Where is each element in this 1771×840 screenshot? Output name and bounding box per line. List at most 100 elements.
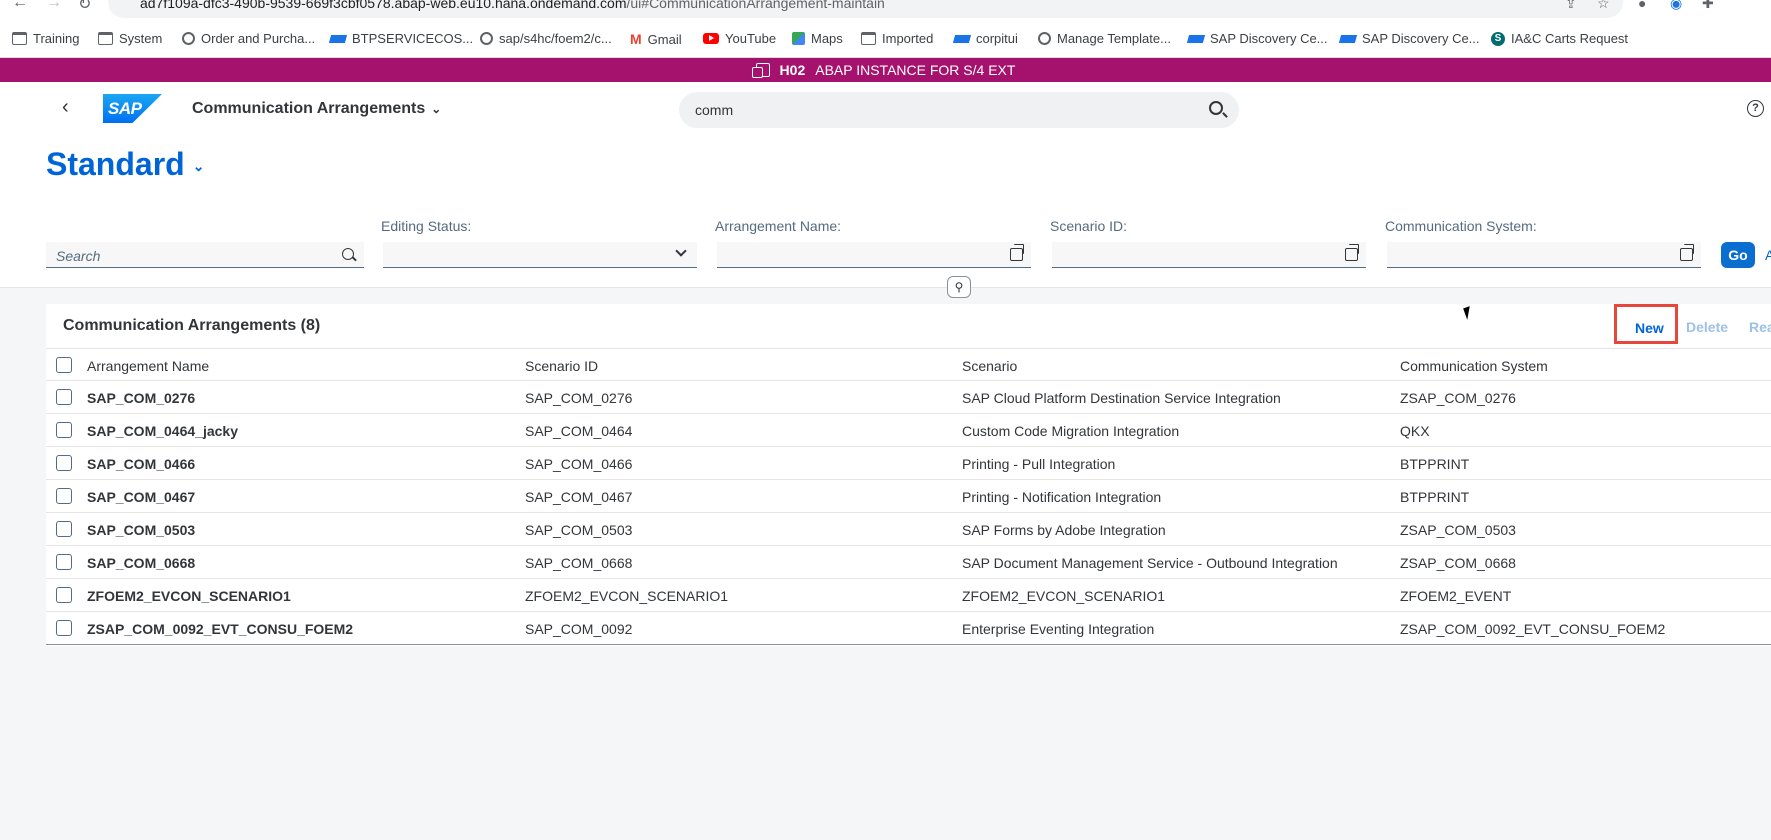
browser-reload-icon[interactable]: ↻ xyxy=(78,0,91,14)
bookmark-system[interactable]: System xyxy=(98,31,162,46)
communication-system-cell: ZSAP_COM_0092_EVT_CONSU_FOEM2 xyxy=(1400,621,1666,637)
bookmark-order-and-purchase[interactable]: Order and Purcha... xyxy=(182,31,315,46)
column-header-scenario-id[interactable]: Scenario ID xyxy=(525,358,598,374)
browser-forward-icon[interactable]: → xyxy=(46,0,62,12)
scenario-id-cell: SAP_COM_0503 xyxy=(525,522,633,538)
bookmark-iac-carts[interactable]: S IA&C Carts Request xyxy=(1491,31,1628,46)
bookmark-star-icon[interactable]: ☆ xyxy=(1597,0,1610,12)
bookmark-sap-s4hc[interactable]: sap/s4hc/foem2/c... xyxy=(480,31,612,46)
go-button[interactable]: Go xyxy=(1721,242,1755,268)
copy-icon[interactable] xyxy=(751,63,770,78)
bookmark-youtube[interactable]: YouTube xyxy=(703,31,776,46)
extension-icon[interactable]: ● xyxy=(1638,0,1646,11)
column-header-communication-system[interactable]: Communication System xyxy=(1400,358,1548,374)
column-header-scenario[interactable]: Scenario xyxy=(962,358,1017,374)
row-checkbox[interactable] xyxy=(56,422,72,438)
bookmark-btpservicecos[interactable]: BTPSERVICECOS... xyxy=(328,31,473,46)
sap-icon xyxy=(1186,34,1206,43)
scenario-id-field[interactable] xyxy=(1052,242,1366,268)
column-header-arrangement-name[interactable]: Arrangement Name xyxy=(87,358,209,374)
bookmarks-bar: Training System Order and Purcha... BTPS… xyxy=(0,20,1771,58)
system-banner: H02 ABAP INSTANCE FOR S/4 EXT xyxy=(0,58,1771,82)
table-row[interactable]: ZFOEM2_EVCON_SCENARIO1 ZFOEM2_EVCON_SCEN… xyxy=(46,579,1771,612)
folder-icon xyxy=(861,32,876,45)
scenario-cell: ZFOEM2_EVCON_SCENARIO1 xyxy=(962,588,1166,604)
table-row[interactable]: SAP_COM_0276 SAP_COM_0276 SAP Cloud Plat… xyxy=(46,381,1771,414)
scenario-id-cell: ZFOEM2_EVCON_SCENARIO1 xyxy=(525,588,729,604)
chevron-down-icon: ⌄ xyxy=(192,158,205,175)
scenario-id-label: Scenario ID: xyxy=(1050,218,1128,234)
table-row[interactable]: ZSAP_COM_0092_EVT_CONSU_FOEM2 SAP_COM_00… xyxy=(46,612,1771,645)
delete-button[interactable]: Delete xyxy=(1686,319,1728,335)
scenario-cell: Enterprise Eventing Integration xyxy=(962,621,1155,637)
search-icon[interactable] xyxy=(1209,101,1223,115)
page-header: Standard ⌄ Search Editing Status: Arrange… xyxy=(0,136,1771,288)
bookmark-sap-discovery-1[interactable]: SAP Discovery Ce... xyxy=(1186,31,1328,46)
chevron-down-icon[interactable] xyxy=(675,245,687,257)
system-description: ABAP INSTANCE FOR S/4 EXT xyxy=(815,62,1016,78)
puzzle-icon[interactable]: ✚ xyxy=(1702,0,1714,12)
pin-header-button[interactable]: ⚲ xyxy=(947,276,971,298)
scenario-cell: SAP Forms by Adobe Integration xyxy=(962,522,1166,538)
new-button[interactable]: New xyxy=(1614,304,1678,344)
table-row[interactable]: SAP_COM_0464_jacky SAP_COM_0464 Custom C… xyxy=(46,414,1771,447)
adapt-filters-button[interactable]: A xyxy=(1765,247,1771,263)
global-search-input[interactable]: comm xyxy=(679,92,1239,128)
scenario-cell: SAP Cloud Platform Destination Service I… xyxy=(962,390,1281,406)
row-checkbox[interactable] xyxy=(56,521,72,537)
globe-icon xyxy=(1038,32,1051,45)
filter-search-placeholder: Search xyxy=(56,248,101,264)
bookmark-maps[interactable]: Maps xyxy=(792,31,843,46)
arrangement-name-cell: SAP_COM_0276 xyxy=(87,390,196,406)
table-row[interactable]: SAP_COM_0466 SAP_COM_0466 Printing - Pul… xyxy=(46,447,1771,480)
app-title-menu[interactable]: Communication Arrangements ⌄ xyxy=(192,100,441,118)
url-text[interactable]: ad7f109a-dfc3-490b-9539-669f3cbf0578.aba… xyxy=(140,0,885,11)
browser-back-icon[interactable]: ← xyxy=(12,0,28,12)
scenario-cell: Printing - Notification Integration xyxy=(962,489,1162,505)
reassign-button[interactable]: Rea xyxy=(1749,319,1771,335)
sharepoint-icon: S xyxy=(1491,31,1505,46)
bookmark-manage-template[interactable]: Manage Template... xyxy=(1038,31,1171,46)
filter-search-input[interactable]: Search xyxy=(46,242,364,268)
bookmark-gmail[interactable]: M Gmail xyxy=(630,31,682,47)
editing-status-select[interactable] xyxy=(383,242,697,268)
row-checkbox[interactable] xyxy=(56,620,72,636)
sap-logo[interactable]: SAP xyxy=(103,94,162,123)
help-icon[interactable]: ? xyxy=(1747,100,1764,117)
back-icon[interactable]: ‹ xyxy=(62,96,69,119)
arrangement-name-field[interactable] xyxy=(717,242,1031,268)
table-row[interactable]: SAP_COM_0467 SAP_COM_0467 Printing - Not… xyxy=(46,480,1771,513)
search-icon[interactable] xyxy=(342,248,354,260)
table-row[interactable]: SAP_COM_0503 SAP_COM_0503 SAP Forms by A… xyxy=(46,513,1771,546)
select-all-checkbox[interactable] xyxy=(56,357,72,373)
row-checkbox[interactable] xyxy=(56,389,72,405)
row-checkbox[interactable] xyxy=(56,554,72,570)
gmail-icon: M xyxy=(630,31,642,47)
value-help-icon[interactable] xyxy=(1345,244,1359,261)
bookmark-corpitui[interactable]: corpitui xyxy=(952,31,1018,46)
communication-system-cell: ZSAP_COM_0668 xyxy=(1400,555,1516,571)
value-help-icon[interactable] xyxy=(1680,244,1694,261)
scenario-id-cell: SAP_COM_0467 xyxy=(525,489,633,505)
profile-extension-icon[interactable]: ◉ xyxy=(1670,0,1682,12)
bookmark-training[interactable]: Training xyxy=(12,31,79,46)
arrangement-name-label: Arrangement Name: xyxy=(715,218,842,234)
value-help-icon[interactable] xyxy=(1010,244,1024,261)
scenario-id-cell: SAP_COM_0668 xyxy=(525,555,633,571)
communication-system-cell: ZSAP_COM_0503 xyxy=(1400,522,1516,538)
communication-system-label: Communication System: xyxy=(1385,218,1537,234)
row-checkbox[interactable] xyxy=(56,455,72,471)
communication-system-field[interactable] xyxy=(1387,242,1701,268)
scenario-id-cell: SAP_COM_0466 xyxy=(525,456,633,472)
bookmark-imported[interactable]: Imported xyxy=(861,31,933,46)
share-icon[interactable]: ⇪ xyxy=(1565,0,1577,12)
arrangements-table: Communication Arrangements (8) New Delet… xyxy=(46,304,1771,646)
bookmark-sap-discovery-2[interactable]: SAP Discovery Ce... xyxy=(1338,31,1480,46)
table-row[interactable]: SAP_COM_0668 SAP_COM_0668 SAP Document M… xyxy=(46,546,1771,579)
shell-bar: ‹ SAP Communication Arrangements ⌄ comm ? xyxy=(0,82,1771,136)
row-checkbox[interactable] xyxy=(56,587,72,603)
variant-selector[interactable]: Standard ⌄ xyxy=(46,146,204,183)
row-checkbox[interactable] xyxy=(56,488,72,504)
system-id: H02 xyxy=(779,62,806,78)
globe-icon xyxy=(480,32,493,45)
